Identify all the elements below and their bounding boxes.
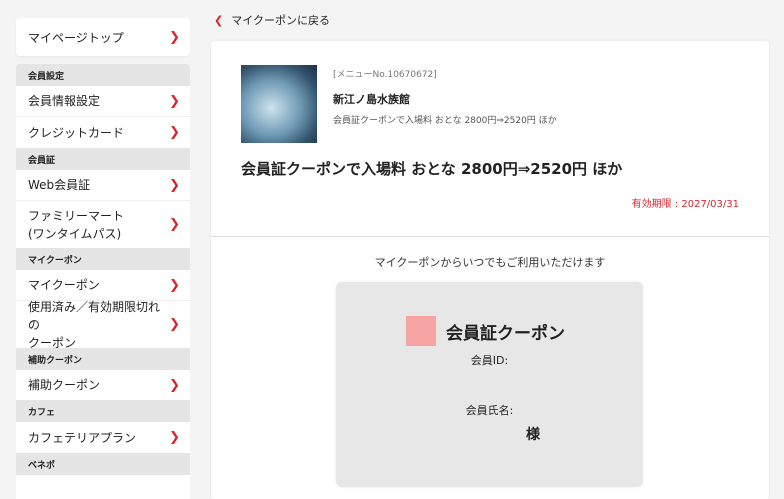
sidebar-menu: 会員設定 会員情報設定 ❯ クレジットカード ❯ 会員証 Web会員証 ❯ ファ… [16,64,190,499]
sidebar-item-label: クレジットカード [28,125,125,140]
sidebar-section-heading: ベネポ [16,453,190,475]
chevron-right-icon: ❯ [169,125,180,140]
sidebar-item-mypage-top[interactable]: マイページトップ ❯ [16,18,190,56]
coupon-headline: 会員証クーポンで入場料 おとな 2800円⇒2520円 ほか [241,160,623,178]
sidebar-section-heading: カフェ [16,400,190,422]
coupon-mark-icon [406,316,436,346]
sidebar-item-label: ファミリーマート (ワンタイムパス) [28,208,125,241]
sidebar-item-web-membership-card[interactable]: Web会員証 ❯ [16,170,190,201]
divider [211,236,769,237]
sidebar-item-label: マイクーポン [28,278,100,292]
chevron-right-icon: ❯ [169,377,180,393]
chevron-right-icon: ❯ [169,93,180,109]
coupon-thumbnail-image [241,65,317,143]
sidebar-item-label: マイページトップ [28,30,124,45]
member-coupon-card: 会員証クーポン 会員ID: 会員氏名: 様 [336,282,643,487]
chevron-right-icon: ❯ [169,317,180,332]
sidebar-item-member-info[interactable]: 会員情報設定 ❯ [16,86,190,117]
member-name-honorific: 様 [526,427,540,443]
sidebar-item-label: Web会員証 [28,178,91,192]
back-link-label: マイクーポンに戻る [231,14,330,27]
chevron-right-icon: ❯ [169,177,180,193]
member-coupon-title: 会員証クーポン [446,323,565,344]
sidebar-section-heading: 会員証 [16,148,190,170]
sidebar-item-support-coupon[interactable]: 補助クーポン ❯ [16,370,190,400]
info-text: マイクーポンからいつでもご利用いただけます [374,256,606,269]
sidebar-item-label: カフェテリアプラン [28,430,137,445]
member-name-label: 会員氏名: [465,404,514,417]
sidebar-section-heading: マイクーポン [16,248,190,270]
sidebar-item-label: 使用済み／有効期限切れの クーポン [28,299,161,350]
shop-name: 新江ノ島水族館 [333,93,410,106]
member-coupon-title-row: 会員証クーポン [406,316,565,346]
coupon-detail-card: [メニューNo.10670672] 新江ノ島水族館 会員証クーポンで入場料 おと… [211,41,769,499]
member-id-label: 会員ID: [470,354,509,367]
chevron-right-icon: ❯ [169,217,180,232]
sidebar-item-credit-card[interactable]: クレジットカード ❯ [16,117,190,148]
chevron-right-icon: ❯ [169,29,180,45]
sidebar-item-my-coupon[interactable]: マイクーポン ❯ [16,270,190,301]
short-description: 会員証クーポンで入場料 おとな 2800円⇒2520円 ほか [333,116,557,126]
chevron-left-icon: ❮ [214,13,224,27]
sidebar-item-label: 会員情報設定 [28,94,101,108]
chevron-right-icon: ❯ [169,277,180,293]
sidebar-item-used-expired-coupon[interactable]: 使用済み／有効期限切れの クーポン ❯ [16,300,190,350]
sidebar-item-cafeteria-plan[interactable]: カフェテリアプラン ❯ [16,422,190,453]
back-link[interactable]: ❮ マイクーポンに戻る [214,12,330,28]
chevron-right-icon: ❯ [169,430,180,445]
sidebar-item-label: 補助クーポン [28,378,101,392]
sidebar-item-familymart[interactable]: ファミリーマート (ワンタイムパス) ❯ [16,201,190,248]
expiry-date: 有効期限 : 2027/03/31 [631,199,739,210]
sidebar-section-heading: 会員設定 [16,64,190,86]
menu-number: [メニューNo.10670672] [333,70,437,80]
